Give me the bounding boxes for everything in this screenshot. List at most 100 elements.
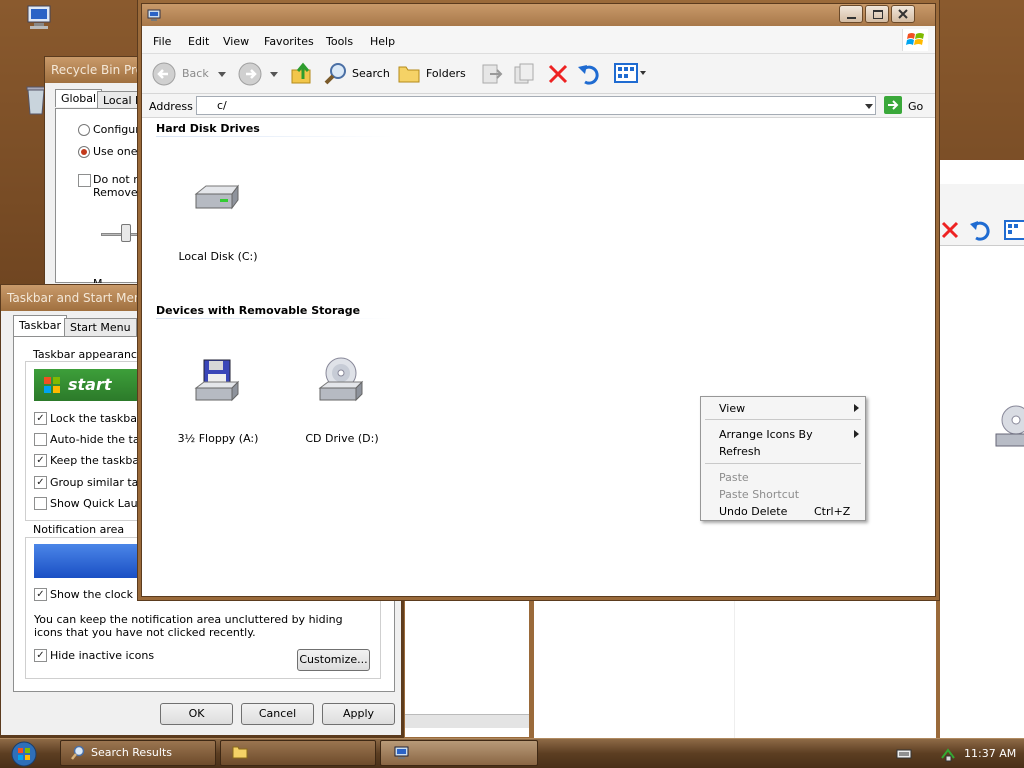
taskbar-search-icon <box>70 745 86 761</box>
menu-edit[interactable]: Edit <box>188 35 209 48</box>
do-not-move-checkbox[interactable] <box>78 174 91 187</box>
background-window-divider <box>734 596 735 738</box>
tab-taskbar[interactable]: Taskbar <box>13 315 67 337</box>
tab-start-menu[interactable]: Start Menu <box>64 318 137 336</box>
tray-keyboard-icon[interactable] <box>896 748 912 760</box>
context-menu: View Arrange Icons By Refresh Paste Past… <box>700 396 866 521</box>
max-size-slider-thumb[interactable] <box>121 224 131 242</box>
cancel-button[interactable]: Cancel <box>241 703 314 725</box>
back-button[interactable]: Back <box>152 60 232 86</box>
up-folder-icon[interactable] <box>290 62 314 86</box>
views-icon[interactable] <box>1004 220 1024 240</box>
notification-area-label: Notification area <box>31 523 127 536</box>
autohide-checkbox[interactable] <box>34 433 47 446</box>
menu-favorites[interactable]: Favorites <box>264 35 314 48</box>
forward-dropdown-icon[interactable] <box>270 72 278 77</box>
tab-global[interactable]: Global <box>55 89 103 107</box>
cd-drive-icon <box>316 356 366 404</box>
minimize-button[interactable] <box>839 5 863 23</box>
recycle-bin-dialog-title: Recycle Bin Prop <box>45 57 143 83</box>
explorer-title-bar[interactable] <box>142 4 935 26</box>
taskbar-appearance-label: Taskbar appearance <box>31 348 146 361</box>
quick-launch-checkbox[interactable] <box>34 497 47 510</box>
context-view[interactable]: View <box>719 402 745 415</box>
context-view-arrow-icon <box>854 404 859 412</box>
delete-icon[interactable] <box>546 62 570 86</box>
background-window-lower-right <box>530 596 936 738</box>
search-button[interactable]: Search <box>324 60 390 86</box>
keep-on-top-checkbox[interactable]: ✓ <box>34 454 47 467</box>
folders-button[interactable]: Folders <box>398 60 468 86</box>
cd-drive-item[interactable]: CD Drive (D:) <box>294 334 390 450</box>
standard-toolbar: Back Search Folders <box>142 54 935 94</box>
go-button[interactable]: Go <box>884 96 930 115</box>
menu-view[interactable]: View <box>223 35 249 48</box>
customize-button[interactable]: Customize... <box>297 649 370 671</box>
search-label: Search <box>352 67 390 80</box>
undo-icon[interactable] <box>576 61 602 87</box>
views-icon[interactable] <box>614 63 648 85</box>
tray-network-icon[interactable] <box>940 746 956 762</box>
address-input[interactable]: c/ <box>196 96 876 115</box>
menu-help[interactable]: Help <box>370 35 395 48</box>
cd-drive-label: CD Drive (D:) <box>305 432 379 445</box>
context-separator-2 <box>705 463 861 464</box>
section-hard-disk-drives: Hard Disk Drives <box>156 122 260 135</box>
context-refresh[interactable]: Refresh <box>719 445 761 458</box>
local-disk-icon <box>192 180 242 216</box>
context-arrange-arrow-icon <box>854 430 859 438</box>
forward-button[interactable] <box>238 60 282 86</box>
background-window <box>936 160 1024 738</box>
back-dropdown-icon[interactable] <box>218 72 226 77</box>
notification-info-text: You can keep the notification area unclu… <box>34 613 343 639</box>
lock-taskbar-checkbox[interactable]: ✓ <box>34 412 47 425</box>
start-flag-icon <box>44 377 60 393</box>
apply-button[interactable]: Apply <box>322 703 395 725</box>
show-clock-checkbox[interactable]: ✓ <box>34 588 47 601</box>
start-button[interactable] <box>4 740 44 768</box>
close-icon <box>898 9 908 19</box>
group-similar-checkbox[interactable]: ✓ <box>34 476 47 489</box>
go-label: Go <box>908 100 924 113</box>
move-to-icon[interactable] <box>480 62 504 86</box>
section-removable-divider <box>156 318 394 319</box>
search-icon <box>324 63 346 85</box>
floppy-item[interactable]: 3½ Floppy (A:) <box>170 334 266 450</box>
cd-drive-icon[interactable] <box>992 404 1024 454</box>
ok-button[interactable]: OK <box>160 703 233 725</box>
go-arrow-icon <box>884 96 902 114</box>
start-preview-label: start <box>68 375 112 394</box>
close-button[interactable] <box>891 5 915 23</box>
forward-arrow-icon <box>238 62 262 86</box>
explorer-content: Hard Disk Drives Local Disk (C:) Devices… <box>142 118 935 596</box>
use-one-setting-label: Use one s <box>93 145 147 158</box>
explorer-window-icon <box>147 9 161 21</box>
copy-to-icon[interactable] <box>512 62 536 86</box>
context-paste[interactable]: Paste <box>719 471 749 484</box>
background-window-scrollbar[interactable] <box>405 714 529 728</box>
hide-inactive-checkbox[interactable]: ✓ <box>34 649 47 662</box>
background-window-lower <box>404 596 530 738</box>
quick-launch-label: Show Quick Launc <box>50 497 151 510</box>
menu-file[interactable]: File <box>153 35 171 48</box>
context-undo-delete[interactable]: Undo Delete <box>719 505 787 518</box>
context-arrange-icons-by[interactable]: Arrange Icons By <box>719 428 813 441</box>
radio-configure[interactable] <box>78 124 90 136</box>
lock-taskbar-label: Lock the taskbar <box>50 412 142 425</box>
maximize-button[interactable] <box>865 5 889 23</box>
address-dropdown-icon[interactable] <box>865 104 873 109</box>
local-disk-item[interactable]: Local Disk (C:) <box>170 152 266 268</box>
folders-label: Folders <box>426 67 466 80</box>
address-label: Address <box>149 100 193 113</box>
hide-inactive-label: Hide inactive icons <box>50 649 155 662</box>
recycle-bin-properties-dialog: Recycle Bin Prop Global Local Di Configu… <box>44 56 153 286</box>
desktop-computer-icon[interactable] <box>24 4 56 32</box>
undo-icon[interactable] <box>968 218 992 242</box>
radio-use-one-setting[interactable] <box>78 146 90 158</box>
tray-clock[interactable]: 11:37 AM <box>964 747 1016 760</box>
back-arrow-icon <box>152 62 176 86</box>
menu-tools[interactable]: Tools <box>326 35 353 48</box>
delete-icon[interactable] <box>940 220 960 240</box>
context-paste-shortcut[interactable]: Paste Shortcut <box>719 488 799 501</box>
local-disk-label: Local Disk (C:) <box>178 250 258 263</box>
